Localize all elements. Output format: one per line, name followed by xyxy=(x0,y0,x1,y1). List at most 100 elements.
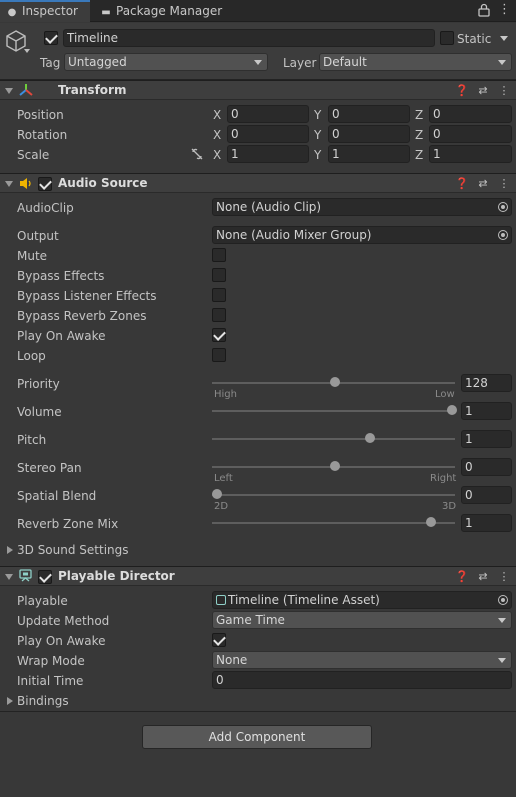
package-icon: ▬ xyxy=(101,7,111,18)
chevron-down-icon xyxy=(498,618,506,623)
more-icon[interactable]: ⋮ xyxy=(497,174,511,193)
wrap-mode-dropdown[interactable]: None xyxy=(212,651,512,669)
active-toggle[interactable] xyxy=(44,31,58,45)
presets-icon[interactable]: ⇄ xyxy=(476,174,490,193)
output-field[interactable]: None (Audio Mixer Group) xyxy=(212,226,512,244)
position-x-label[interactable]: X xyxy=(213,107,221,123)
help-icon[interactable]: ❓ xyxy=(455,174,469,193)
tab-inspector[interactable]: ● Inspector xyxy=(0,0,90,22)
tab-package-manager-label: Package Manager xyxy=(116,4,223,18)
volume-slider-knob[interactable] xyxy=(447,405,457,415)
reverb-zone-mix-slider-knob[interactable] xyxy=(425,517,436,527)
audio-source-foldout-icon[interactable] xyxy=(5,181,13,187)
link-off-icon[interactable] xyxy=(190,147,204,161)
scale-z-label[interactable]: Z xyxy=(415,147,423,163)
stereo-pan-field[interactable]: 0 xyxy=(461,458,512,476)
bypass-listener-effects-checkbox[interactable] xyxy=(212,288,226,302)
static-dropdown-arrow-icon[interactable] xyxy=(500,36,508,41)
info-icon: ● xyxy=(7,7,17,18)
wrap-mode-label: Wrap Mode xyxy=(17,654,85,668)
mute-checkbox[interactable] xyxy=(212,248,226,262)
priority-label: Priority xyxy=(17,377,60,391)
pitch-slider-track[interactable] xyxy=(212,438,455,440)
object-picker-icon[interactable] xyxy=(498,230,508,240)
playable-director-enabled-toggle[interactable] xyxy=(38,570,52,584)
spatial-blend-slider-knob[interactable] xyxy=(212,489,222,499)
audio-clip-field[interactable]: None (Audio Clip) xyxy=(212,198,512,216)
static-checkbox[interactable] xyxy=(440,31,454,45)
playable-director-foldout-icon[interactable] xyxy=(5,574,13,580)
tag-dropdown[interactable]: Untagged xyxy=(64,53,268,71)
speaker-icon xyxy=(19,177,33,190)
rotation-y-field[interactable]: 0 xyxy=(328,125,410,143)
scale-y-label[interactable]: Y xyxy=(314,147,321,163)
static-label: Static xyxy=(457,32,492,46)
scale-y-field[interactable]: 1 xyxy=(328,145,410,163)
layer-value: Default xyxy=(323,55,367,69)
output-value: None (Audio Mixer Group) xyxy=(216,228,372,242)
rotation-y-label[interactable]: Y xyxy=(314,127,321,143)
priority-field[interactable]: 128 xyxy=(461,374,512,392)
pitch-field[interactable]: 1 xyxy=(461,430,512,448)
audio-source-title: Audio Source xyxy=(58,176,148,190)
audio-source-enabled-toggle[interactable] xyxy=(38,177,52,191)
object-picker-icon[interactable] xyxy=(498,595,508,605)
scale-label: Scale xyxy=(17,148,50,162)
rotation-x-field[interactable]: 0 xyxy=(227,125,309,143)
tab-menu-icon[interactable]: ⋮ xyxy=(498,3,511,18)
loop-label: Loop xyxy=(17,349,46,363)
pitch-slider-knob[interactable] xyxy=(364,433,375,443)
bypass-reverb-zones-checkbox[interactable] xyxy=(212,308,226,322)
help-icon[interactable]: ❓ xyxy=(455,81,469,100)
position-x-field[interactable]: 0 xyxy=(227,105,309,123)
play-on-awake-label: Play On Awake xyxy=(17,329,106,343)
initial-time-field[interactable]: 0 xyxy=(212,671,512,689)
spatial-blend-slider-track[interactable] xyxy=(212,494,455,496)
position-y-field[interactable]: 0 xyxy=(328,105,410,123)
spatial-blend-field[interactable]: 0 xyxy=(461,486,512,504)
bypass-effects-checkbox[interactable] xyxy=(212,268,226,282)
rotation-x-label[interactable]: X xyxy=(213,127,221,143)
layer-dropdown[interactable]: Default xyxy=(319,53,512,71)
add-component-button[interactable]: Add Component xyxy=(142,725,372,749)
priority-slider-knob[interactable] xyxy=(329,377,340,387)
playable-field[interactable]: Timeline (Timeline Asset) xyxy=(212,591,512,609)
more-icon[interactable]: ⋮ xyxy=(497,567,511,586)
reverb-zone-mix-slider-track[interactable] xyxy=(212,522,455,524)
director-play-on-awake-checkbox[interactable] xyxy=(212,633,226,647)
loop-checkbox[interactable] xyxy=(212,348,226,362)
scale-z-field[interactable]: 1 xyxy=(429,145,512,163)
volume-field[interactable]: 1 xyxy=(461,402,512,420)
update-method-dropdown[interactable]: Game Time xyxy=(212,611,512,629)
scale-x-field[interactable]: 1 xyxy=(227,145,309,163)
object-name-field[interactable]: Timeline xyxy=(63,29,435,47)
scale-x-label[interactable]: X xyxy=(213,147,221,163)
presets-icon[interactable]: ⇄ xyxy=(476,567,490,586)
volume-slider-track[interactable] xyxy=(212,410,455,412)
position-y-label[interactable]: Y xyxy=(314,107,321,123)
rotation-z-field[interactable]: 0 xyxy=(429,125,512,143)
position-z-field[interactable]: 0 xyxy=(429,105,512,123)
object-picker-icon[interactable] xyxy=(498,202,508,212)
transform-foldout-icon[interactable] xyxy=(5,88,13,94)
playable-label: Playable xyxy=(17,594,68,608)
stereo-pan-slider-knob[interactable] xyxy=(329,461,340,471)
sound-settings-foldout[interactable]: 3D Sound Settings xyxy=(17,542,129,558)
play-on-awake-checkbox[interactable] xyxy=(212,328,226,342)
presets-icon[interactable]: ⇄ xyxy=(476,81,490,100)
sound-settings-foldout-icon[interactable] xyxy=(7,546,13,554)
playable-director-title: Playable Director xyxy=(58,569,175,583)
rotation-z-label[interactable]: Z xyxy=(415,127,423,143)
tab-package-manager[interactable]: ▬ Package Manager xyxy=(94,0,244,22)
help-icon[interactable]: ❓ xyxy=(455,567,469,586)
icon-dropdown-arrow-icon[interactable] xyxy=(24,49,30,53)
position-z-label[interactable]: Z xyxy=(415,107,423,123)
reverb-zone-mix-field[interactable]: 1 xyxy=(461,514,512,532)
more-icon[interactable]: ⋮ xyxy=(497,81,511,100)
spatial-blend-min-label: 2D xyxy=(214,501,229,512)
bindings-foldout[interactable]: Bindings xyxy=(17,693,69,709)
bindings-foldout-icon[interactable] xyxy=(7,697,13,705)
lock-icon[interactable] xyxy=(478,3,490,17)
bypass-reverb-zones-label: Bypass Reverb Zones xyxy=(17,309,147,323)
wrap-mode-value: None xyxy=(216,653,248,667)
